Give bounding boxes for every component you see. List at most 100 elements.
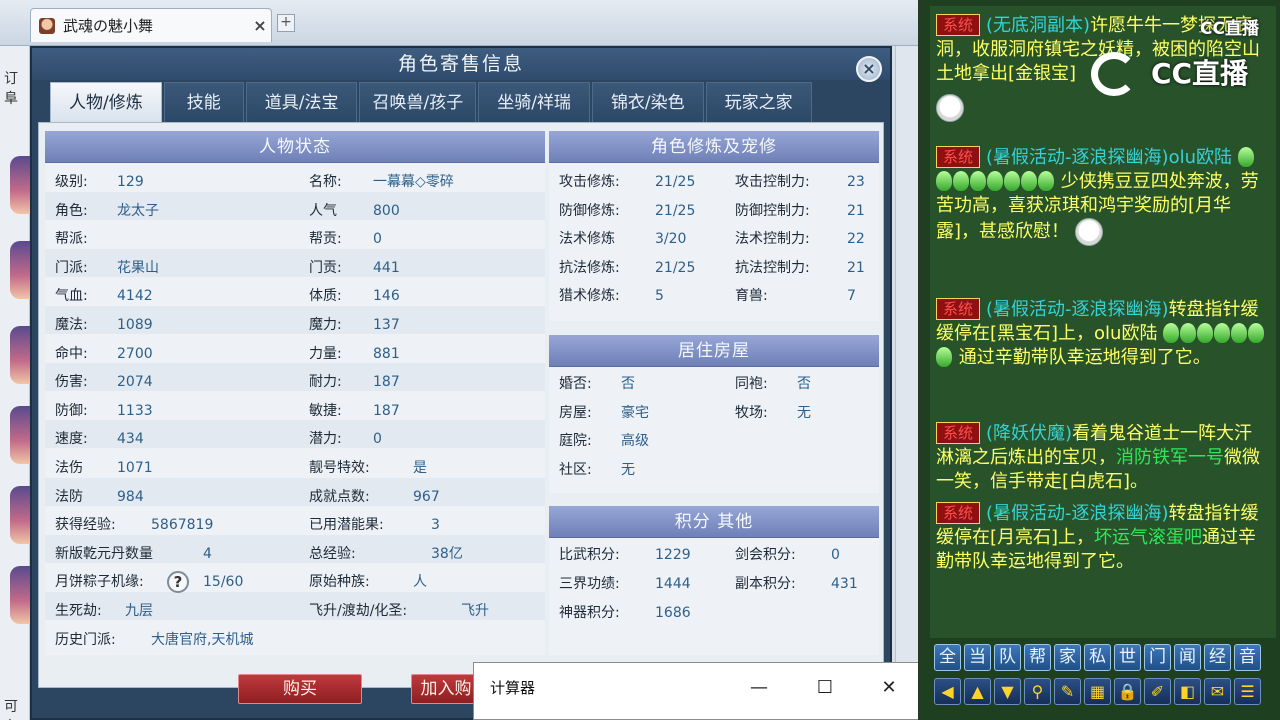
info-row: 法伤 1071 xyxy=(55,457,153,479)
edit-icon[interactable]: ✎ xyxy=(1054,678,1081,705)
channel-button[interactable]: 队 xyxy=(994,644,1021,671)
channel-button[interactable]: 全 xyxy=(934,644,961,671)
channel-button[interactable]: 闻 xyxy=(1174,644,1201,671)
tab-skills[interactable]: 技能 xyxy=(163,82,244,122)
tab-favicon-icon xyxy=(39,17,55,34)
field-value: 137 xyxy=(373,317,400,333)
info-row: 抗法修炼: 21/25 xyxy=(559,257,695,279)
info-row: 防御: 1133 xyxy=(55,400,153,422)
info-row: 靓号特效: 是 xyxy=(309,457,427,479)
field-label: 敏捷: xyxy=(309,402,342,419)
field-value: 飞升 xyxy=(461,603,489,619)
tab-player-home[interactable]: 玩家之家 xyxy=(705,82,812,122)
field-value: 0 xyxy=(373,431,382,448)
watermark-text: CC直播 xyxy=(1151,57,1249,90)
down-arrow-icon[interactable]: ▼ xyxy=(994,678,1021,705)
search-icon[interactable]: ⚲ xyxy=(1024,678,1051,705)
info-row: 原始种族: 人 xyxy=(309,571,427,593)
help-icon[interactable]: ? xyxy=(167,571,189,594)
field-value: 967 xyxy=(413,488,440,505)
housing-section: 居住房屋 婚否: 否房屋: 豪宅 庭院: 高级 社区: 无 同袍: 否牧场: 无 xyxy=(549,335,879,493)
chat-message: 系统 (降妖伏魔)看着鬼谷道士一阵大汗淋漓之后炼出的宝贝，消防铁军一号微微一笑，信… xyxy=(936,422,1270,494)
channel-button[interactable]: 帮 xyxy=(1024,644,1051,671)
maximize-icon[interactable]: ☐ xyxy=(802,673,848,703)
points-header: 积分 其他 xyxy=(549,506,879,538)
browser-tab[interactable]: 武魂の魅小舞 × xyxy=(30,8,272,42)
field-label: 育兽: xyxy=(735,288,768,305)
info-row: 法防 984 xyxy=(55,486,144,508)
up-arrow-icon[interactable]: ▲ xyxy=(964,678,991,705)
channel-button[interactable]: 世 xyxy=(1114,644,1141,671)
cultivation-header: 角色修炼及宠修 xyxy=(549,131,879,163)
channel-button[interactable]: 门 xyxy=(1144,644,1171,671)
system-tag: 系统 xyxy=(936,14,981,36)
left-avatar-image xyxy=(10,241,32,299)
channel-button[interactable]: 当 xyxy=(964,644,991,671)
tab-items-treasures[interactable]: 道具/法宝 xyxy=(245,82,358,122)
info-row: 伤害: 2074 xyxy=(55,371,153,393)
calculator-title: 计算器 xyxy=(490,679,536,697)
info-row: 飞升/渡劫/化圣: 飞升 xyxy=(309,600,489,622)
minimize-icon[interactable]: — xyxy=(736,673,782,703)
left-avatar-image xyxy=(10,406,32,464)
tab-character-cultivation[interactable]: 人物/修炼 xyxy=(50,82,162,122)
message-tag: (暑假活动-逐浪探幽海) xyxy=(986,503,1169,524)
info-row: 敏捷: 187 xyxy=(309,400,400,422)
tab-outfits-dyes[interactable]: 锦衣/染色 xyxy=(591,82,704,122)
field-value: 21/25 xyxy=(655,202,696,219)
field-value: 2074 xyxy=(117,374,153,391)
field-value: 3 xyxy=(431,517,440,534)
info-row: 月饼粽子机缘: 15/60? xyxy=(55,571,243,594)
info-row: 人气 800 xyxy=(309,200,400,222)
field-label: 牧场: xyxy=(735,404,768,421)
info-row: 法术修炼 3/20 xyxy=(559,228,686,250)
field-label: 抗法控制力: xyxy=(735,259,810,276)
channel-button[interactable]: 经 xyxy=(1204,644,1231,671)
character-status-rows: 级别: 129 角色: 龙太子 帮派: 门派: 花果山 气血: 4142 魔法: 1089 命中: 27… xyxy=(45,163,545,655)
chat-log[interactable]: 系统 (无底洞副本)许愿牛牛一梦探无底洞，收服洞府镇宅之妖精，被困的陷空山土地拿出… xyxy=(930,6,1276,638)
tab-close-icon[interactable]: × xyxy=(249,16,271,35)
menu-icon[interactable]: ☰ xyxy=(1234,678,1261,705)
calculator-window[interactable]: 计算器 — ☐ ✕ xyxy=(473,662,919,720)
field-label: 月饼粽子机缘: xyxy=(55,574,144,591)
pen-icon[interactable]: ✐ xyxy=(1144,678,1171,705)
left-arrow-icon[interactable]: ◀ xyxy=(934,678,961,705)
field-value: 无 xyxy=(797,404,811,421)
add-to-cart-button[interactable]: 加入购 xyxy=(411,674,481,704)
info-row: 新版乾元丹数量 4 xyxy=(55,543,212,565)
info-row: 防御控制力: 21 xyxy=(735,200,865,222)
dialog-close-icon[interactable]: × xyxy=(856,56,882,82)
field-value: 1071 xyxy=(117,460,153,476)
points-rows: 比武积分: 1229 三界功绩: 1444 神器积分: 1686 剑会积分: 0 副本积分: 43… xyxy=(549,538,879,655)
system-tag: 系统 xyxy=(936,502,981,524)
lock-icon[interactable]: 🔒 xyxy=(1114,678,1141,705)
channel-button[interactable]: 家 xyxy=(1054,644,1081,671)
cultivation-section: 角色修炼及宠修 攻击修炼: 21/25 防御修炼: 21/25 法术修炼 3/20 抗法修炼… xyxy=(549,131,879,321)
field-value: 22 xyxy=(847,231,865,248)
channel-button[interactable]: 私 xyxy=(1084,644,1111,671)
cultivation-rows: 攻击修炼: 21/25 防御修炼: 21/25 法术修炼 3/20 抗法修炼: 21/25 猎术… xyxy=(549,163,879,321)
buy-button[interactable]: 购买 xyxy=(238,674,362,704)
window-icon[interactable]: ◧ xyxy=(1174,678,1201,705)
field-label: 力量: xyxy=(309,345,342,362)
tab-mounts[interactable]: 坐骑/祥瑞 xyxy=(478,82,590,122)
info-row: 体质: 146 xyxy=(309,285,400,307)
field-value: 否 xyxy=(621,376,635,392)
field-label: 潜力: xyxy=(309,431,342,448)
emote-icon xyxy=(1074,218,1103,246)
field-value: 187 xyxy=(373,374,400,391)
message-icon[interactable]: ✉ xyxy=(1204,678,1231,705)
new-tab-button[interactable]: + xyxy=(277,14,295,32)
field-value: 23 xyxy=(847,174,865,190)
field-label: 法术修炼 xyxy=(559,231,615,248)
field-label: 角色: xyxy=(55,202,88,219)
channel-button[interactable]: 音 xyxy=(1234,644,1261,671)
close-icon[interactable]: ✕ xyxy=(866,673,912,703)
field-value: 21 xyxy=(847,202,865,219)
info-row: 同袍: 否 xyxy=(735,373,811,395)
tab-summons-children[interactable]: 召唤兽/孩子 xyxy=(359,82,477,122)
grid-icon[interactable]: ▦ xyxy=(1084,678,1111,705)
field-value: 是 xyxy=(413,460,427,476)
info-row: 神器积分: 1686 xyxy=(559,602,691,624)
info-row: 攻击控制力: 23 xyxy=(735,171,865,193)
